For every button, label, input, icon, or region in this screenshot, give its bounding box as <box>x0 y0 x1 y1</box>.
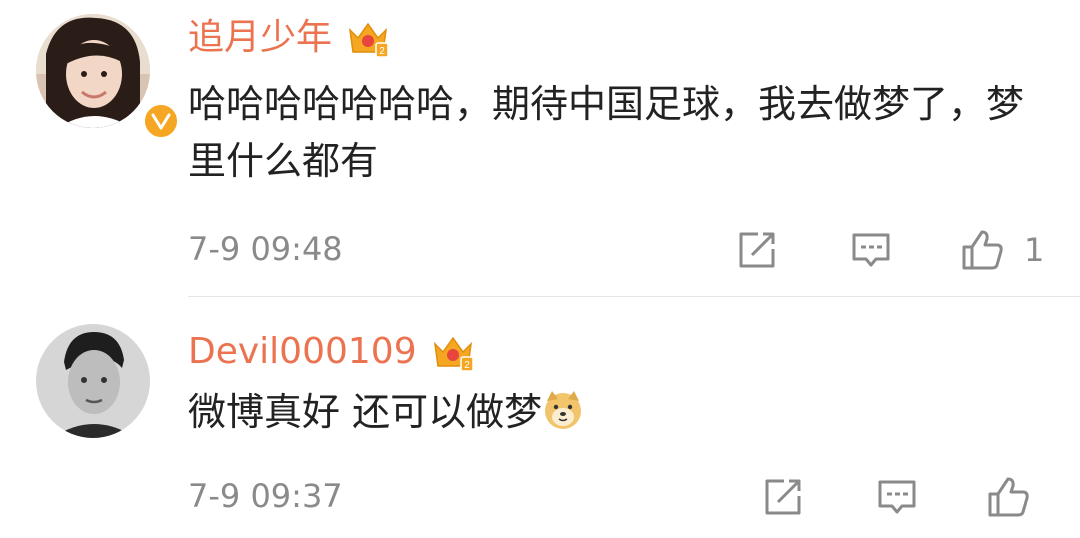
like-count: 1 <box>1024 231 1045 269</box>
username-row: Devil000109 2 <box>188 326 475 378</box>
timestamp: 7-9 09:37 <box>188 477 343 515</box>
share-icon <box>765 479 801 515</box>
verified-badge-icon <box>142 102 180 140</box>
crown-vip-icon[interactable]: 2 <box>346 16 390 60</box>
avatar[interactable] <box>36 14 180 140</box>
comment-icon <box>852 233 890 267</box>
like-button[interactable]: 1 <box>960 229 1044 271</box>
username[interactable]: Devil000109 <box>188 326 417 378</box>
doge-emoji-icon <box>545 391 582 429</box>
avatar-image <box>36 324 150 438</box>
like-button[interactable] <box>986 476 1050 518</box>
comment-text-content: 微博真好 还可以做梦 <box>188 390 543 434</box>
avatar-image <box>36 14 150 128</box>
svg-text:2: 2 <box>464 360 470 371</box>
comment-item: 追月少年 2 哈哈哈哈哈哈哈，期待中国足球，我去做梦了，梦里什么都有 7-9 0… <box>0 0 1080 296</box>
avatar[interactable] <box>36 324 150 438</box>
comment-text: 微博真好 还可以做梦 <box>188 384 1048 441</box>
comment-list: 追月少年 2 哈哈哈哈哈哈哈，期待中国足球，我去做梦了，梦里什么都有 7-9 0… <box>0 0 1080 538</box>
svg-text:2: 2 <box>379 46 385 57</box>
username-row: 追月少年 2 <box>188 12 390 64</box>
username[interactable]: 追月少年 <box>188 12 332 64</box>
share-button[interactable] <box>762 476 804 518</box>
comment-meta: 7-9 09:37 <box>188 471 1080 521</box>
timestamp: 7-9 09:48 <box>188 230 343 268</box>
comment-meta: 7-9 09:48 1 <box>188 224 1080 274</box>
reply-button[interactable] <box>850 229 892 271</box>
comment-icon <box>878 480 916 514</box>
share-icon <box>739 232 775 268</box>
reply-button[interactable] <box>876 476 918 518</box>
comment-text: 哈哈哈哈哈哈哈，期待中国足球，我去做梦了，梦里什么都有 <box>188 82 1025 183</box>
thumbs-up-icon <box>988 477 1029 517</box>
thumbs-up-icon <box>962 230 1003 270</box>
comment-item: Devil000109 2 微博真好 还可以做梦 7-9 09:37 <box>0 297 1080 538</box>
crown-vip-icon[interactable]: 2 <box>431 330 475 374</box>
share-button[interactable] <box>736 229 778 271</box>
